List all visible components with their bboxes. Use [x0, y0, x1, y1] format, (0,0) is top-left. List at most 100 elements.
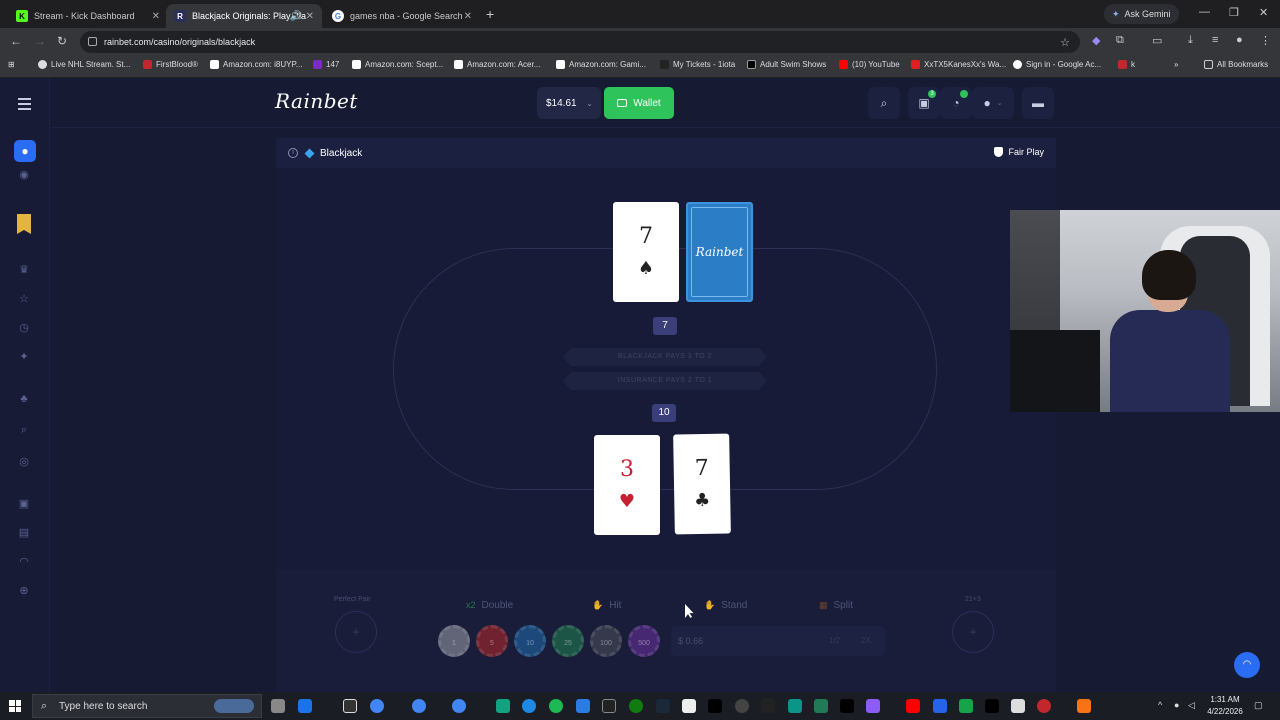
close-tab-icon[interactable]: ✕	[152, 11, 160, 22]
download-icon[interactable]: ⤓	[1188, 34, 1193, 47]
document-icon[interactable]: ▤	[17, 526, 31, 540]
bookmark-item[interactable]: Amazon.com: Acer...	[454, 60, 540, 69]
reload-button[interactable]: ↻	[57, 34, 67, 48]
minimize-button[interactable]: —	[1199, 6, 1210, 18]
fair-play-button[interactable]: Fair Play	[994, 147, 1044, 157]
address-bar[interactable]: rainbet.com/casino/originals/blackjack ☆	[80, 31, 1080, 53]
globe-icon[interactable]: ⊕	[17, 584, 31, 598]
widget-landscape-icon[interactable]	[214, 699, 254, 713]
chrome-icon[interactable]	[452, 699, 466, 713]
x-icon[interactable]	[840, 699, 854, 713]
app-icon[interactable]	[933, 699, 947, 713]
split-button[interactable]: ▦ Split	[819, 596, 853, 614]
extension-icon[interactable]: ◆	[1092, 34, 1100, 47]
close-window-button[interactable]: ✕	[1259, 6, 1268, 19]
chip-10[interactable]: 10	[514, 625, 546, 657]
forward-button[interactable]: →	[34, 34, 46, 48]
chatgpt-icon[interactable]	[496, 699, 510, 713]
rewards-icon[interactable]	[17, 214, 31, 234]
obs-icon[interactable]	[735, 699, 749, 713]
profile-avatar[interactable]: ●	[1236, 34, 1243, 46]
casino-icon[interactable]: ●	[14, 140, 36, 162]
restore-button[interactable]: ❐	[1229, 6, 1239, 19]
double-button[interactable]: x2 Double	[466, 596, 513, 614]
chrome-menu-icon[interactable]: ⋮	[1260, 34, 1271, 47]
chip-100[interactable]: 100	[590, 625, 622, 657]
edge-icon[interactable]	[576, 699, 590, 713]
app-icon[interactable]	[602, 699, 616, 713]
app-icon[interactable]	[788, 699, 802, 713]
new-tab-button[interactable]: +	[486, 6, 494, 22]
app-icon[interactable]	[814, 699, 828, 713]
download-app-icon[interactable]	[298, 699, 312, 713]
steam-icon[interactable]	[656, 699, 670, 713]
search-games-icon[interactable]: ⌕	[17, 423, 31, 437]
app-icon[interactable]	[1037, 699, 1051, 713]
all-bookmarks[interactable]: All Bookmarks	[1204, 60, 1268, 69]
back-button[interactable]: ←	[10, 34, 22, 48]
originals-icon[interactable]: ♣	[17, 392, 31, 406]
bookmark-item[interactable]: k	[1118, 60, 1135, 69]
tab-blackjack[interactable]: R Blackjack Originals: Play Bla 🔊 ✕	[166, 4, 322, 28]
double-bet-button[interactable]: 2X	[861, 636, 871, 645]
favorites-star-icon[interactable]: ☆	[17, 292, 31, 306]
close-tab-icon[interactable]: ✕	[306, 11, 314, 22]
bookmark-item[interactable]: Amazon.com: i8UYP...	[210, 60, 302, 69]
bookmark-item[interactable]: Sign in - Google Ac...	[1013, 60, 1101, 69]
chip-25[interactable]: 25	[552, 625, 584, 657]
balance-selector[interactable]: $14.61 ⌄	[537, 87, 601, 119]
cast-icon[interactable]: ▭	[1152, 34, 1162, 47]
microphone-icon[interactable]: ●	[1174, 700, 1179, 710]
tab-kick-dashboard[interactable]: K Stream - Kick Dashboard ✕	[8, 4, 168, 28]
ask-gemini-button[interactable]: ✦ Ask Gemini	[1104, 4, 1179, 24]
bookmark-item[interactable]: Live NHL Stream. St...	[38, 60, 130, 69]
task-view-icon[interactable]	[271, 699, 285, 713]
app-icon[interactable]	[761, 699, 775, 713]
notification-center-icon[interactable]: ▢	[1254, 700, 1263, 711]
app-icon[interactable]	[866, 699, 880, 713]
wallet-button[interactable]: Wallet	[604, 87, 674, 119]
chip-1[interactable]: 1	[438, 625, 470, 657]
search-button[interactable]: ⌕	[868, 87, 900, 119]
speaker-icon[interactable]: 🔊	[290, 11, 302, 22]
file-icon[interactable]	[682, 699, 696, 713]
side-bet-21-3-slot[interactable]: +	[952, 611, 994, 653]
chat-button[interactable]: ▬	[1022, 87, 1054, 119]
chrome-icon[interactable]	[370, 699, 384, 713]
recent-icon[interactable]: ◷	[17, 321, 31, 335]
bookmark-item[interactable]: Adult Swim Shows	[747, 60, 826, 69]
apps-grid-icon[interactable]: ⊞	[8, 60, 15, 69]
xbox-icon[interactable]	[629, 699, 643, 713]
gifts-button[interactable]: ▣ 3	[908, 87, 940, 119]
menu-icon[interactable]	[18, 98, 31, 113]
sparkle-icon[interactable]: ✦	[17, 350, 31, 364]
spotify-icon[interactable]	[549, 699, 563, 713]
stand-button[interactable]: ✋ Stand	[704, 596, 747, 614]
system-clock[interactable]: 1:31 AM 4/22/2026	[1200, 694, 1250, 718]
tray-overflow-icon[interactable]: ^	[1158, 700, 1162, 710]
chrome-icon[interactable]	[412, 699, 426, 713]
app-icon[interactable]	[959, 699, 973, 713]
app-icon[interactable]	[1077, 699, 1091, 713]
profile-button[interactable]: ● ⌄	[972, 87, 1014, 119]
app-icon[interactable]	[522, 699, 536, 713]
amazon-icon[interactable]	[1011, 699, 1025, 713]
perfect-pair-bet-slot[interactable]: +	[335, 611, 377, 653]
rainbet-logo[interactable]: Rainbet	[275, 89, 358, 113]
hit-button[interactable]: ✋ Hit	[592, 596, 621, 614]
gift-icon[interactable]: ▣	[17, 497, 31, 511]
x-icon[interactable]	[985, 699, 999, 713]
bookmark-item[interactable]: My Tickets - 1iota	[660, 60, 735, 69]
bet-amount-field[interactable]	[671, 626, 885, 656]
bookmark-item[interactable]: FirstBlood®	[143, 60, 198, 69]
chip-icon[interactable]: ◎	[17, 455, 31, 469]
extensions-puzzle-icon[interactable]: ⧉	[1116, 34, 1124, 47]
media-control-icon[interactable]: ≡	[1212, 34, 1218, 46]
sports-icon[interactable]: ◉	[17, 168, 31, 182]
info-icon[interactable]: i	[288, 148, 298, 158]
half-bet-button[interactable]: 1/2	[829, 636, 840, 645]
windows-start-icon[interactable]	[9, 700, 21, 712]
bookmark-item[interactable]: XxTX5KanesXx's Wa...	[911, 60, 1006, 69]
chip-5[interactable]: 5	[476, 625, 508, 657]
tab-google-search[interactable]: G games nba - Google Search ✕	[324, 4, 480, 28]
